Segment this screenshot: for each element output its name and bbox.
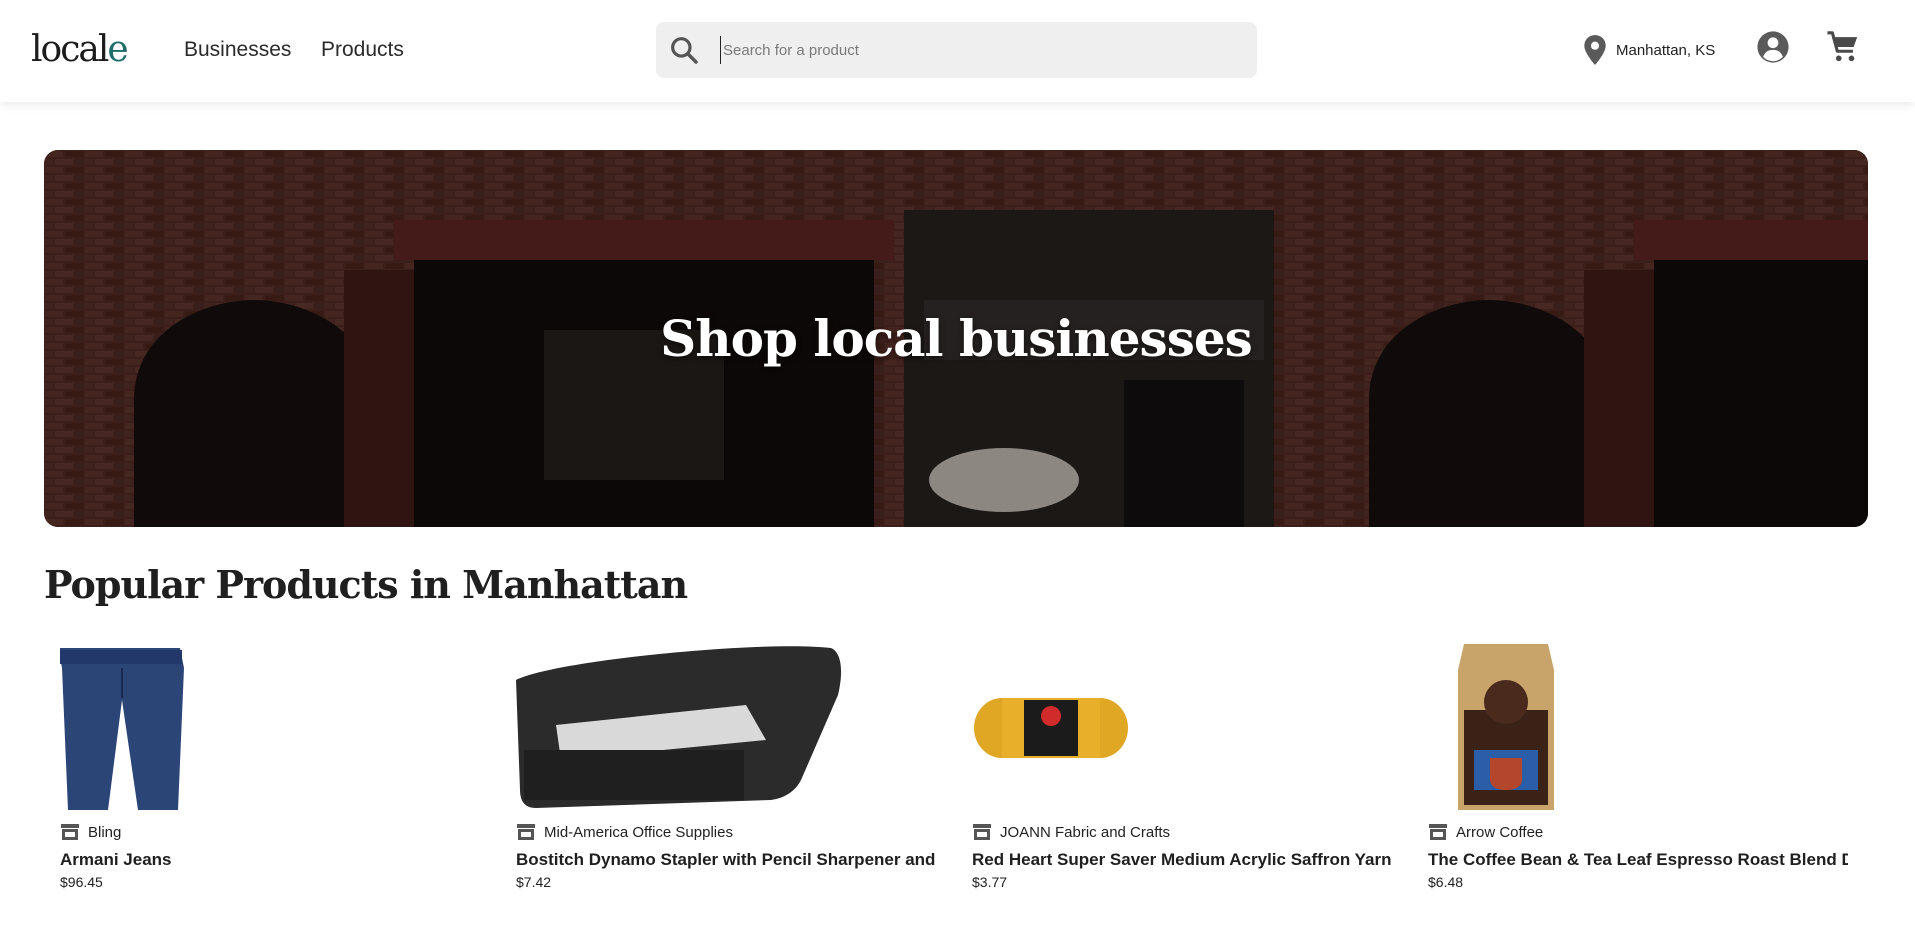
hero-title: Shop local businesses xyxy=(660,309,1253,368)
account-circle-icon[interactable] xyxy=(1756,30,1790,64)
store-icon xyxy=(517,824,535,840)
store-icon xyxy=(973,824,991,840)
product-card[interactable]: Mid-America Office Supplies Bostitch Dyn… xyxy=(516,640,936,900)
shopping-cart-icon[interactable] xyxy=(1826,30,1860,64)
product-name[interactable]: Bostitch Dynamo Stapler with Pencil Shar… xyxy=(516,848,936,872)
location-label: Manhattan, KS xyxy=(1616,41,1716,59)
hero-banner: Shop local businesses xyxy=(44,150,1868,527)
product-price: $7.42 xyxy=(516,874,552,890)
product-image-yarn[interactable] xyxy=(972,640,1302,815)
product-card[interactable]: JOANN Fabric and Crafts Red Heart Super … xyxy=(972,640,1392,900)
search-input[interactable] xyxy=(720,36,1240,64)
nav-products[interactable]: Products xyxy=(321,37,404,63)
logo-accent: e xyxy=(107,29,128,70)
logo-text: local xyxy=(31,29,109,70)
store-icon xyxy=(1429,824,1447,840)
store-info: JOANN Fabric and Crafts xyxy=(972,821,1170,843)
store-icon xyxy=(61,824,79,840)
store-info: Bling xyxy=(60,821,121,843)
nav-businesses[interactable]: Businesses xyxy=(184,37,291,63)
product-image-coffee-bag[interactable] xyxy=(1428,640,1758,815)
store-name: Bling xyxy=(88,823,122,841)
product-name[interactable]: The Coffee Bean & Tea Leaf Espresso Roas… xyxy=(1428,848,1848,872)
product-name[interactable]: Red Heart Super Saver Medium Acrylic Saf… xyxy=(972,848,1392,872)
product-card[interactable]: Bling Armani Jeans $96.45 xyxy=(60,640,480,900)
product-name[interactable]: Armani Jeans xyxy=(60,848,480,872)
search-icon[interactable] xyxy=(668,34,700,66)
top-header: locale Businesses Products Manhattan, KS xyxy=(0,0,1915,102)
product-price: $6.48 xyxy=(1428,874,1464,890)
product-price: $96.45 xyxy=(60,874,103,890)
store-info: Arrow Coffee xyxy=(1428,821,1543,843)
product-image-jeans[interactable] xyxy=(60,640,390,815)
store-name: Arrow Coffee xyxy=(1456,823,1544,841)
locallee-logo[interactable]: locale xyxy=(31,26,129,74)
location-pin-icon xyxy=(1584,35,1606,65)
store-name: Mid-America Office Supplies xyxy=(544,823,733,841)
product-card[interactable]: Arrow Coffee The Coffee Bean & Tea Leaf … xyxy=(1428,640,1848,900)
search-bar[interactable] xyxy=(656,22,1257,78)
section-title: Popular Products in Manhattan xyxy=(44,562,688,607)
product-price: $3.77 xyxy=(972,874,1008,890)
location-selector[interactable]: Manhattan, KS xyxy=(1582,32,1715,68)
store-info: Mid-America Office Supplies xyxy=(516,821,733,843)
store-name: JOANN Fabric and Crafts xyxy=(1000,823,1171,841)
product-image-stapler[interactable] xyxy=(516,640,846,815)
